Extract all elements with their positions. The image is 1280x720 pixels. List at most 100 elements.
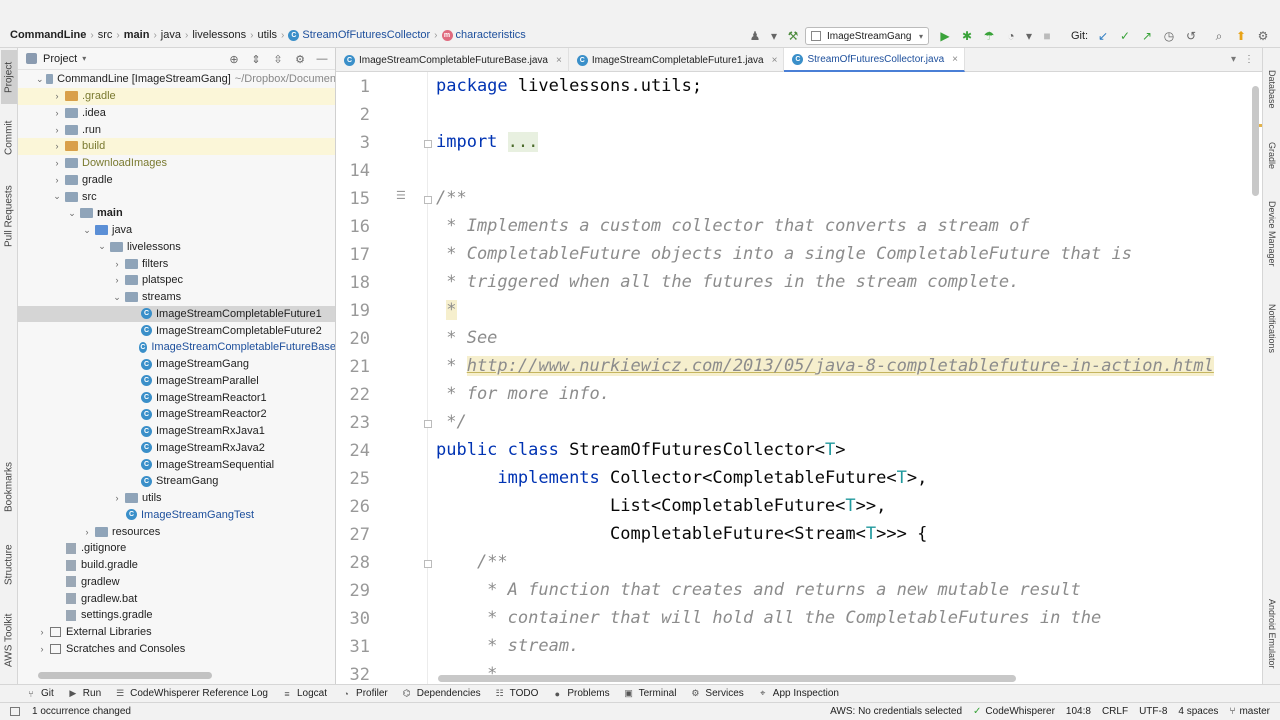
chevron-down-icon[interactable]: ⌄ <box>36 74 44 85</box>
close-icon[interactable]: × <box>952 54 958 65</box>
chevron-right-icon[interactable]: › <box>51 125 63 135</box>
tool-tab-bookmarks[interactable]: Bookmarks <box>1 452 17 522</box>
bottom-tool-problems[interactable]: ● Problems <box>552 688 610 699</box>
breadcrumb-utils[interactable]: utils <box>257 29 277 41</box>
chevron-right-icon[interactable]: › <box>111 493 123 503</box>
code-line[interactable]: implements Collector<CompletableFuture<T… <box>436 466 927 490</box>
code-line[interactable]: * Implements a custom collector that con… <box>436 214 1029 238</box>
code-line[interactable]: * stream. <box>436 634 579 658</box>
tree-item[interactable]: C ImageStreamCompletableFutureBase <box>18 339 335 356</box>
line-number[interactable]: 22 <box>336 385 370 405</box>
rollback-icon[interactable]: ↺ <box>1182 27 1200 45</box>
tool-window-toggle-icon[interactable] <box>10 707 20 716</box>
code-line[interactable]: * for more info. <box>436 382 610 406</box>
tool-tab-database[interactable]: Database <box>1264 56 1280 122</box>
chevron-right-icon[interactable]: › <box>81 527 93 537</box>
line-number[interactable]: 15 <box>336 189 370 209</box>
code-editor[interactable]: 1 2 3 14 15 16 17 18 19 20 21 22 23 24 25 26 27 28 29 30 31 3… <box>336 72 1262 684</box>
git-commit-icon[interactable]: ✓ <box>1116 27 1134 45</box>
tree-item[interactable]: › filters <box>18 255 335 272</box>
tool-tab-notifications[interactable]: Notifications <box>1264 286 1280 372</box>
tree-item[interactable]: › DownloadImages <box>18 155 335 172</box>
tab-list-chevron-icon[interactable]: ▾ <box>1231 54 1236 65</box>
chevron-down-icon[interactable]: ▾ <box>82 54 86 63</box>
profiler-icon[interactable]: ◔ <box>1002 27 1020 45</box>
bottom-tool-dependencies[interactable]: ⌬ Dependencies <box>402 688 481 699</box>
breadcrumb-src[interactable]: src <box>98 29 113 41</box>
search-icon[interactable]: ⌕ <box>1210 27 1228 45</box>
chevron-down-icon[interactable]: ⌄ <box>81 225 93 236</box>
breadcrumb-java[interactable]: java <box>161 29 181 41</box>
code-line[interactable]: * See <box>436 326 497 350</box>
chevron-right-icon[interactable]: › <box>51 158 63 168</box>
tool-tab-device-manager[interactable]: Device Manager <box>1264 186 1280 282</box>
tree-item[interactable]: › Scratches and Consoles <box>18 641 335 658</box>
bottom-tool-app-inspection[interactable]: ⌖ App Inspection <box>758 688 839 699</box>
bottom-tool-todo[interactable]: ☷ TODO <box>495 688 539 699</box>
editor-horizontal-scrollbar[interactable] <box>438 675 1016 682</box>
tree-item[interactable]: C ImageStreamRxJava2 <box>18 440 335 457</box>
code-line[interactable]: package livelessons.utils; <box>436 74 702 98</box>
chevron-down-icon[interactable]: ⌄ <box>111 292 123 303</box>
fold-marker-icon[interactable] <box>424 420 432 428</box>
hide-minus-icon[interactable]: — <box>313 51 331 67</box>
code-line[interactable]: /** <box>436 550 508 574</box>
user-icon[interactable]: ♟ <box>746 27 764 45</box>
chevron-right-icon[interactable]: › <box>36 644 48 654</box>
code-line[interactable]: */ <box>436 410 466 434</box>
tree-item[interactable]: › .gradle <box>18 87 335 105</box>
tree-item[interactable]: gradlew.bat <box>18 590 335 607</box>
line-number[interactable]: 31 <box>336 637 370 657</box>
stop-icon[interactable]: ■ <box>1038 27 1056 45</box>
code-line[interactable]: /** <box>436 186 467 210</box>
chevron-right-icon[interactable]: › <box>51 91 63 101</box>
chevron-down-icon[interactable]: ▾ <box>768 27 780 45</box>
close-icon[interactable]: × <box>556 55 562 66</box>
line-number[interactable]: 30 <box>336 609 370 629</box>
tool-tab-project[interactable]: Project <box>1 50 17 104</box>
collapse-all-icon[interactable]: ⇳ <box>269 51 287 67</box>
code-line[interactable]: * A function that creates and returns a … <box>436 578 1081 602</box>
project-panel-title[interactable]: Project <box>43 53 77 65</box>
project-horizontal-scrollbar[interactable] <box>38 672 212 679</box>
tree-item[interactable]: ⌄ main <box>18 205 335 222</box>
line-number[interactable]: 17 <box>336 245 370 265</box>
codewhisperer-status[interactable]: CodeWhisperer <box>985 706 1054 717</box>
tree-item[interactable]: ⌄ CommandLine [ImageStreamGang] ~/Dropbox/… <box>18 71 335 88</box>
tree-item[interactable]: .gitignore <box>18 540 335 557</box>
tree-item[interactable]: C ImageStreamGang <box>18 356 335 373</box>
close-icon[interactable]: × <box>772 55 778 66</box>
code-line[interactable]: * http://www.nurkiewicz.com/2013/05/java… <box>436 354 1214 378</box>
chevron-right-icon[interactable]: › <box>51 175 63 185</box>
bottom-tool-run[interactable]: ▶ Run <box>68 688 101 699</box>
editor-vertical-scrollbar[interactable] <box>1252 86 1259 196</box>
file-encoding[interactable]: UTF-8 <box>1139 706 1167 717</box>
git-update-icon[interactable]: ↙ <box>1094 27 1112 45</box>
line-number[interactable]: 27 <box>336 525 370 545</box>
tool-tab-pull-requests[interactable]: Pull Requests <box>1 176 17 256</box>
code-line[interactable]: CompletableFuture<Stream<T>>> { <box>436 522 927 546</box>
caret-position[interactable]: 104:8 <box>1066 706 1091 717</box>
line-number[interactable]: 14 <box>336 161 370 181</box>
tree-item[interactable]: › .run <box>18 121 335 138</box>
code-line[interactable]: * container that will hold all the Compl… <box>436 606 1101 630</box>
git-push-icon[interactable]: ↗ <box>1138 27 1156 45</box>
bottom-tool-services[interactable]: ⚙ Services <box>690 688 743 699</box>
editor-tab[interactable]: C ImageStreamCompletableFutureBase.java × <box>336 48 569 72</box>
line-number[interactable]: 16 <box>336 217 370 237</box>
chevron-down-icon[interactable]: ⌄ <box>66 208 78 219</box>
chevron-down-icon[interactable]: ▾ <box>1024 27 1034 45</box>
tool-tab-android-emulator[interactable]: Android Emulator <box>1264 586 1280 682</box>
tree-item[interactable]: C ImageStreamGangTest <box>18 507 335 524</box>
code-line[interactable]: List<CompletableFuture<T>>, <box>436 494 886 518</box>
line-number[interactable]: 32 <box>336 665 370 684</box>
fold-marker-icon[interactable] <box>424 140 432 148</box>
tree-item[interactable]: › .idea <box>18 105 335 122</box>
tree-item[interactable]: ⌄ livelessons <box>18 239 335 256</box>
settings-gear-icon[interactable]: ⚙ <box>1254 27 1272 45</box>
tree-item[interactable]: settings.gradle <box>18 607 335 624</box>
chevron-down-icon[interactable]: ⌄ <box>51 191 63 202</box>
line-number[interactable]: 25 <box>336 469 370 489</box>
line-number[interactable]: 24 <box>336 441 370 461</box>
code-line[interactable]: import ... <box>436 130 539 154</box>
